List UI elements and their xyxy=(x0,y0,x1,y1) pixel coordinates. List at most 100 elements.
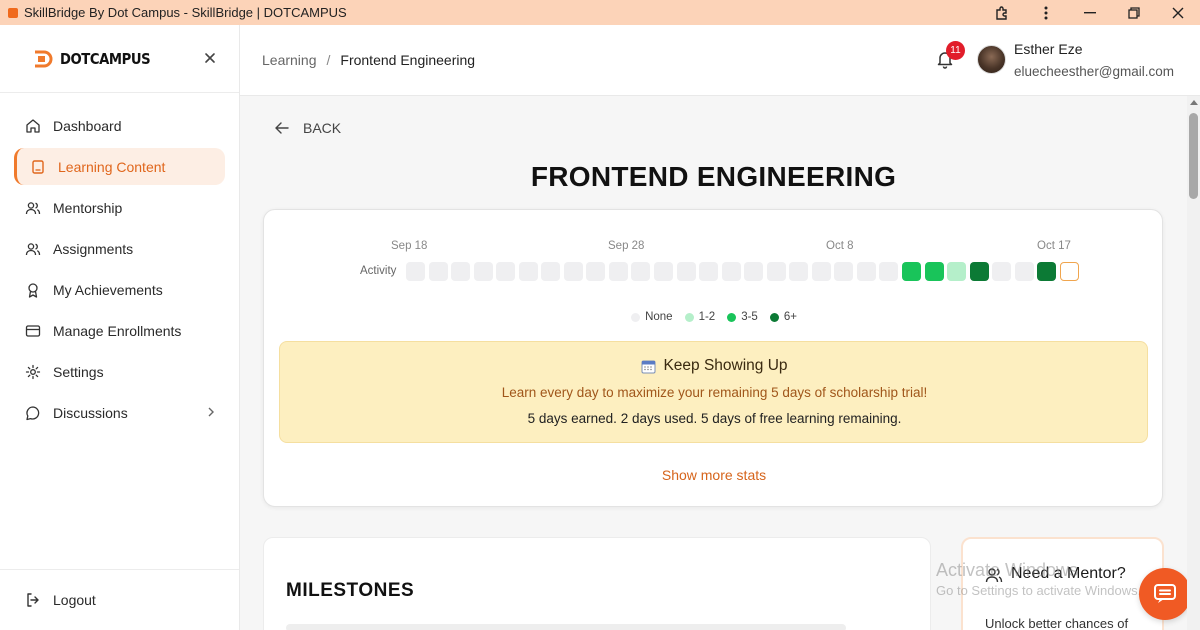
breadcrumb-current: Frontend Engineering xyxy=(340,52,476,68)
month-label: Sep 18 xyxy=(391,240,428,252)
activity-cell xyxy=(947,262,967,281)
back-button[interactable]: BACK xyxy=(275,120,341,136)
award-icon xyxy=(25,282,41,298)
banner-stats: 5 days earned. 2 days used. 5 days of fr… xyxy=(527,411,902,426)
legend-item: 1-2 xyxy=(684,311,716,323)
activity-cell xyxy=(834,262,854,281)
activity-cell xyxy=(856,262,876,281)
chat-button[interactable] xyxy=(1139,568,1191,620)
sidebar-item-label: Learning Content xyxy=(58,158,166,175)
legend-label: None xyxy=(645,311,673,323)
more-options-icon[interactable] xyxy=(1024,0,1068,25)
sidebar-item-my-achievements[interactable]: My Achievements xyxy=(14,271,225,308)
page-title: FRONTEND ENGINEERING xyxy=(530,161,897,192)
activity-heatmap xyxy=(406,262,1082,281)
activity-cell xyxy=(699,262,719,281)
book-icon xyxy=(30,159,46,175)
sidebar-item-label: Mentorship xyxy=(53,199,123,216)
activity-cell xyxy=(924,262,944,281)
sidebar-item-discussions[interactable]: Discussions xyxy=(14,394,225,431)
legend-swatch xyxy=(727,312,737,322)
chevron-right-icon xyxy=(208,407,214,417)
show-more-stats-link[interactable]: Show more stats xyxy=(264,467,1164,483)
close-sidebar-icon[interactable] xyxy=(203,51,217,65)
breadcrumb: Learning / Frontend Engineering xyxy=(262,52,475,68)
watermark-title: Activate Windows xyxy=(936,560,1079,580)
activity-row-label: Activity xyxy=(360,265,397,277)
activity-cell-today xyxy=(1059,262,1079,281)
back-label: BACK xyxy=(303,120,342,136)
breadcrumb-learning[interactable]: Learning xyxy=(262,52,317,68)
activity-cell xyxy=(902,262,922,281)
month-label: Oct 8 xyxy=(826,240,854,252)
user-name: Esther Eze xyxy=(1014,41,1083,57)
sidebar-item-learning-content[interactable]: Learning Content xyxy=(14,148,225,185)
logo-text: DOTCAMPUS xyxy=(60,49,151,68)
window-title: SkillBridge By Dot Campus - SkillBridge … xyxy=(24,5,347,20)
activity-cell xyxy=(473,262,493,281)
mentor-text: Unlock better chances of xyxy=(985,616,1129,630)
logout-label: Logout xyxy=(53,592,96,608)
extensions-icon[interactable] xyxy=(980,0,1024,25)
activity-cell xyxy=(721,262,741,281)
dotcampus-logo-icon xyxy=(35,50,53,67)
sidebar-nav: Dashboard Learning Content Mentorship As… xyxy=(0,93,239,431)
sidebar-item-settings[interactable]: Settings xyxy=(14,353,225,390)
milestones-card: MILESTONES xyxy=(263,537,931,630)
legend-item: 6+ xyxy=(769,311,797,323)
home-icon xyxy=(25,118,41,134)
legend-label: 6+ xyxy=(783,311,797,323)
watermark-subtitle: Go to Settings to activate Windows. xyxy=(936,583,1142,598)
sidebar-item-assignments[interactable]: Assignments xyxy=(14,230,225,267)
card-icon xyxy=(25,323,41,339)
activity-cell xyxy=(496,262,516,281)
scrollbar[interactable] xyxy=(1187,96,1200,630)
milestones-heading: MILESTONES xyxy=(286,580,415,601)
activity-cell xyxy=(518,262,538,281)
legend-swatch xyxy=(684,312,694,322)
activity-cell xyxy=(1037,262,1057,281)
legend-swatch xyxy=(631,312,641,322)
users-icon xyxy=(25,241,41,257)
activity-cell xyxy=(406,262,425,281)
close-window-icon[interactable] xyxy=(1156,0,1200,25)
activity-cell xyxy=(766,262,786,281)
activity-cell xyxy=(811,262,831,281)
sidebar-item-manage-enrollments[interactable]: Manage Enrollments xyxy=(14,312,225,349)
top-header: Learning / Frontend Engineering 11 Esthe… xyxy=(240,25,1200,96)
activity-cell xyxy=(744,262,764,281)
windows-activation-watermark: Activate Windows Go to Settings to activ… xyxy=(936,560,1141,598)
activity-cell xyxy=(654,262,674,281)
chat-bubble-icon xyxy=(25,405,41,421)
banner-title: Keep Showing Up xyxy=(280,357,1149,375)
activity-card: Sep 18 Sep 28 Oct 8 Oct 17 Activity None… xyxy=(263,209,1163,507)
logout-icon xyxy=(27,593,39,607)
sidebar-item-dashboard[interactable]: Dashboard xyxy=(14,107,225,144)
activity-cell xyxy=(541,262,561,281)
activity-cell xyxy=(451,262,471,281)
minimize-icon[interactable] xyxy=(1068,0,1112,25)
scroll-up-arrow-icon[interactable] xyxy=(1190,100,1198,105)
month-label: Oct 17 xyxy=(1037,240,1071,252)
scrollbar-thumb[interactable] xyxy=(1189,113,1198,199)
window-controls xyxy=(980,0,1200,25)
banner-title-text: Keep Showing Up xyxy=(663,357,788,374)
activity-cell xyxy=(969,262,989,281)
banner-subtitle: Learn every day to maximize your remaini… xyxy=(501,385,928,400)
sidebar-item-label: My Achievements xyxy=(53,281,163,298)
activity-legend: None 1-2 3-5 6+ xyxy=(264,311,1164,323)
legend-label: 3-5 xyxy=(741,311,758,323)
activity-cell xyxy=(586,262,606,281)
legend-label: 1-2 xyxy=(698,311,716,323)
restore-icon[interactable] xyxy=(1112,0,1156,25)
sidebar-item-label: Manage Enrollments xyxy=(53,322,182,339)
avatar[interactable] xyxy=(977,45,1006,74)
chat-icon xyxy=(1154,584,1176,603)
milestones-text-placeholder xyxy=(286,624,846,630)
sidebar-item-mentorship[interactable]: Mentorship xyxy=(14,189,225,226)
logout-button[interactable]: Logout xyxy=(0,569,239,630)
sidebar: DOTCAMPUS Dashboard Learning Content Men… xyxy=(0,25,240,630)
arrow-left-icon xyxy=(275,122,289,134)
sidebar-item-label: Settings xyxy=(53,363,104,380)
window-titlebar: SkillBridge By Dot Campus - SkillBridge … xyxy=(0,0,1200,25)
